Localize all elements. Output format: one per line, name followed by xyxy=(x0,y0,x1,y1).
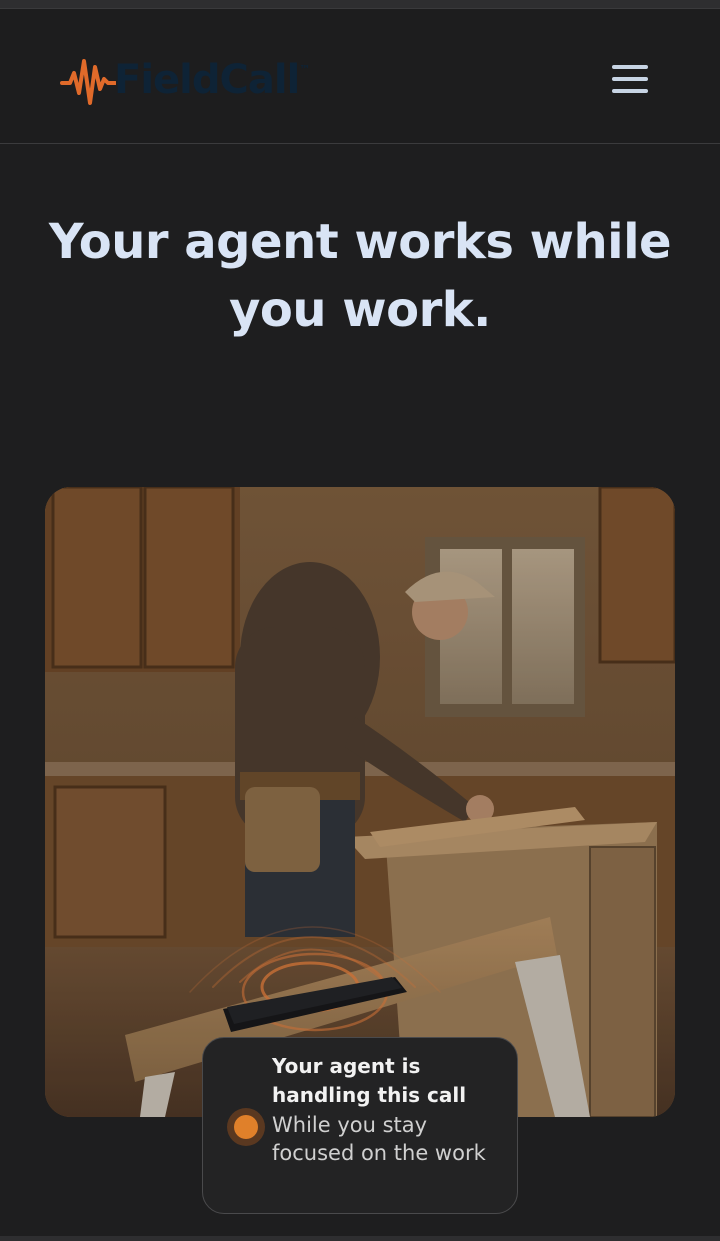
call-status-subtitle: While you stay focused on the work xyxy=(272,1113,486,1165)
menu-line-icon xyxy=(612,65,648,69)
menu-button[interactable] xyxy=(608,61,652,101)
waveform-icon xyxy=(60,59,116,105)
menu-line-icon xyxy=(612,89,648,93)
site-header: FieldCall ™ xyxy=(0,9,720,144)
browser-top-edge xyxy=(0,0,720,9)
trademark-mark: ™ xyxy=(299,63,311,76)
browser-bottom-edge xyxy=(0,1236,720,1241)
fieldcall-logo[interactable]: FieldCall ™ xyxy=(60,53,310,107)
hero-title: Your agent works while you work. xyxy=(48,214,672,338)
carpenter-illustration xyxy=(45,487,675,1117)
landing-page: FieldCall ™ Your agent works while you w… xyxy=(0,0,720,1241)
call-status-title: Your agent is handling this call xyxy=(272,1054,467,1107)
call-status-card: Your agent is handling this call While y… xyxy=(202,1037,518,1214)
status-indicator-icon xyxy=(227,1108,265,1146)
menu-line-icon xyxy=(612,77,648,81)
brand-name: FieldCall xyxy=(114,57,300,103)
hero-image-carpenter xyxy=(45,487,675,1117)
